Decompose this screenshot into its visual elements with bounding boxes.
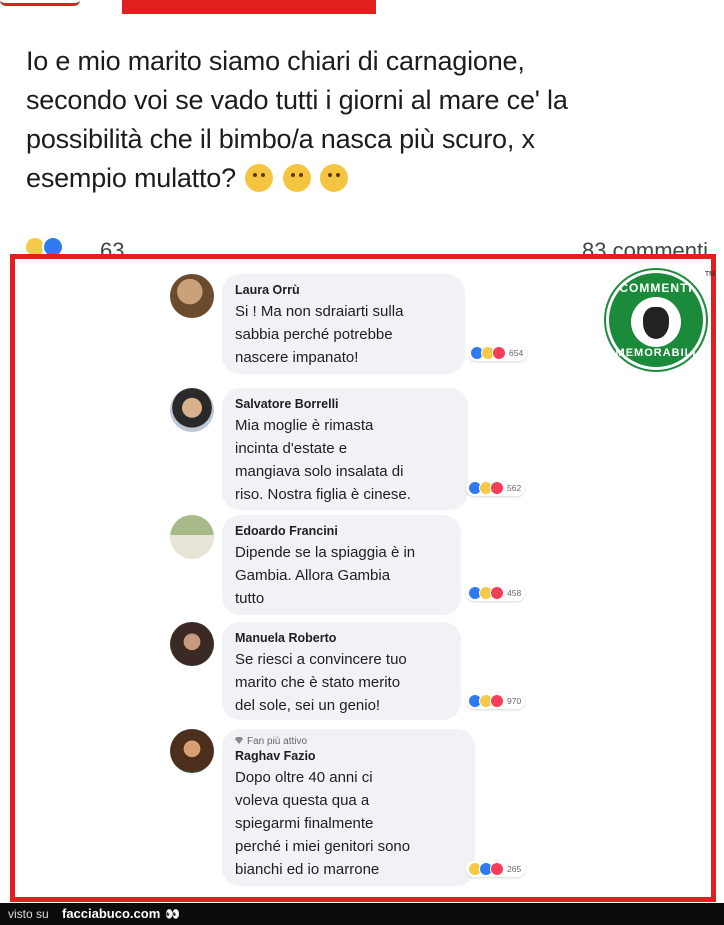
comment-bubble: Fan più attivo Raghav Fazio Dopo oltre 4… xyxy=(222,729,475,886)
watermark-footer: visto su facciabuco.com 👀 xyxy=(0,903,724,925)
commenti-memorabili-logo: COMMENTI MEMORABILI TM xyxy=(606,270,715,370)
comment-reactions[interactable]: 458 xyxy=(466,585,526,601)
logo-bottom-text: MEMORABILI xyxy=(615,347,697,359)
logo-top-text: COMMENTI xyxy=(619,281,693,295)
comment-text: Se riesci a convincere tuo marito che è … xyxy=(235,651,407,714)
avatar[interactable] xyxy=(170,515,214,559)
comment-reactions[interactable]: 562 xyxy=(466,480,526,496)
post-line-4-text: esempio mulatto? xyxy=(26,163,236,193)
comment-bubble: Manuela Roberto Se riesci a convincere t… xyxy=(222,622,461,720)
comment-text: Dipende se la spiaggia è in Gambia. Allo… xyxy=(235,544,416,607)
comment-author[interactable]: Raghav Fazio xyxy=(235,749,463,763)
rolling-eyes-emoji-icon xyxy=(282,164,311,192)
post-text: Io e mio marito siamo chiari di carnagio… xyxy=(26,42,706,198)
post-line-2: secondo voi se vado tutti i giorni al ma… xyxy=(26,85,568,115)
comment-bubble: Salvatore Borrelli Mia moglie è rimasta … xyxy=(222,388,468,510)
comment-reactions[interactable]: 654 xyxy=(468,345,528,361)
comment-text: Si ! Ma non sdraiarti sulla sabbia perch… xyxy=(235,303,404,366)
footer-site-link[interactable]: facciabuco.com xyxy=(62,906,160,921)
eyes-icon: 👀 xyxy=(165,907,180,921)
top-fan-badge: Fan più attivo xyxy=(235,736,463,747)
diamond-icon xyxy=(235,737,243,744)
poster-avatar-edge xyxy=(0,0,80,6)
avatar[interactable] xyxy=(170,274,214,318)
comment-author[interactable]: Laura Orrù xyxy=(235,283,453,297)
avatar[interactable] xyxy=(170,729,214,773)
avatar[interactable] xyxy=(170,622,214,666)
reaction-count: 265 xyxy=(507,864,522,874)
reaction-count: 654 xyxy=(509,348,524,358)
comment-reactions[interactable]: 265 xyxy=(466,861,526,877)
trademark-label: TM xyxy=(704,271,715,278)
love-reaction-icon xyxy=(490,694,504,708)
comment-text: Mia moglie è rimasta incinta d'estate e … xyxy=(235,417,411,503)
love-reaction-icon xyxy=(490,586,504,600)
reaction-count: 458 xyxy=(507,588,522,598)
post-line-4: esempio mulatto? xyxy=(26,159,706,198)
comment-bubble: Laura Orrù Si ! Ma non sdraiarti sulla s… xyxy=(222,274,465,374)
love-reaction-icon xyxy=(492,346,506,360)
love-reaction-icon xyxy=(490,862,504,876)
post-line-1: Io e mio marito siamo chiari di carnagio… xyxy=(26,46,525,76)
sweat-smile-emoji-icon xyxy=(319,164,348,192)
love-reaction-icon xyxy=(490,481,504,495)
bearded-face-icon xyxy=(643,307,669,339)
footer-visto: visto su xyxy=(8,907,49,921)
comment-author[interactable]: Salvatore Borrelli xyxy=(235,397,456,411)
reaction-count: 970 xyxy=(507,696,522,706)
comment-author[interactable]: Edoardo Francini xyxy=(235,524,449,538)
comment-author[interactable]: Manuela Roberto xyxy=(235,631,449,645)
reaction-count: 562 xyxy=(507,483,522,493)
top-fan-label: Fan più attivo xyxy=(247,736,308,747)
red-censor-bar xyxy=(122,0,376,14)
comment-text: Dopo oltre 40 anni ci voleva questa qua … xyxy=(235,769,411,878)
rolling-eyes-emoji-icon xyxy=(245,164,274,192)
comment-bubble: Edoardo Francini Dipende se la spiaggia … xyxy=(222,515,461,615)
avatar[interactable] xyxy=(170,388,214,432)
post-line-3: possibilità che il bimbo/a nasca più scu… xyxy=(26,124,535,154)
logo-center xyxy=(631,297,681,347)
comment-reactions[interactable]: 970 xyxy=(466,693,526,709)
